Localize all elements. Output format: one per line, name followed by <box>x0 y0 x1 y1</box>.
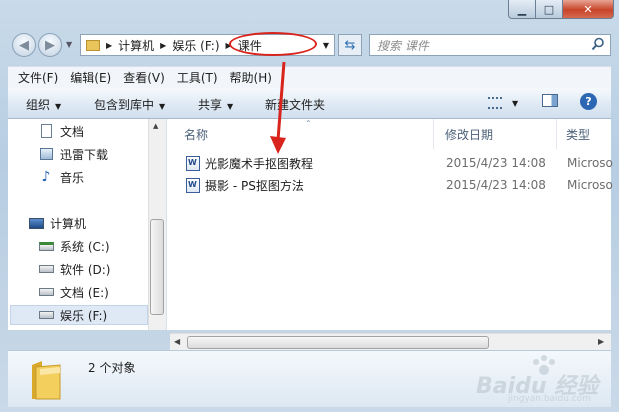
chevron-down-icon: ▼ <box>55 102 62 111</box>
preview-pane-icon <box>542 94 558 107</box>
file-type: Microso <box>567 178 613 192</box>
forward-arrow-icon: ▶ <box>45 37 55 53</box>
share-label: 共享 <box>198 98 223 112</box>
minimize-button[interactable]: ▁ <box>508 0 536 19</box>
close-button[interactable]: ✕ <box>563 0 614 19</box>
folder-icon <box>86 39 100 51</box>
sort-indicator-icon: ⌃ <box>305 119 312 128</box>
address-history-dropdown[interactable]: ▼ <box>318 36 334 54</box>
chevron-down-icon: ▼ <box>227 102 234 111</box>
download-icon <box>38 146 54 162</box>
nav-item-label: 娱乐 (F:) <box>60 308 108 323</box>
nav-item-documents[interactable]: 文档 <box>38 121 84 141</box>
annotation-arrow-icon <box>270 61 286 154</box>
menu-edit[interactable]: 编辑(E) <box>70 69 111 86</box>
view-options-button[interactable]: ▼ <box>488 95 518 109</box>
file-row[interactable]: 光影魔术手抠图教程 <box>186 153 313 173</box>
include-library-label: 包含到库中 <box>94 98 155 112</box>
nav-item-label: 软件 (D:) <box>60 262 111 277</box>
menu-bar: 文件(F) 编辑(E) 查看(V) 工具(T) 帮助(H) <box>8 66 611 88</box>
column-divider[interactable] <box>433 119 434 149</box>
explorer-window: ▁ □ ✕ ◀ ▶ ▼ ▶ 计算机 ▶ 娱乐 (F:) ▶ 课件 ▼ ⇆ 搜索 … <box>0 0 619 412</box>
search-input[interactable]: 搜索 课件 <box>369 34 611 56</box>
nav-item-computer[interactable]: 计算机 <box>28 213 86 233</box>
window-controls: ▁ □ ✕ <box>508 0 614 20</box>
file-list: ⌃ 名称 修改日期 类型 光影魔术手抠图教程 2015/4/23 14:08 M… <box>167 119 613 330</box>
search-placeholder: 搜索 课件 <box>377 38 429 53</box>
nav-item-label: 系统 (C:) <box>60 239 110 254</box>
refresh-icon: ⇆ <box>344 37 356 53</box>
search-icon[interactable] <box>591 37 607 53</box>
nav-item-label: 文档 <box>60 124 85 139</box>
drive-icon <box>38 261 54 277</box>
column-divider[interactable] <box>556 119 557 149</box>
nav-item-drive-e[interactable]: 文档 (E:) <box>38 282 109 302</box>
chevron-down-icon: ▼ <box>159 102 166 111</box>
item-count: 2 个对象 <box>88 361 136 375</box>
nav-item-drive-d[interactable]: 软件 (D:) <box>38 259 110 279</box>
help-icon: ? <box>580 93 597 110</box>
menu-tools[interactable]: 工具(T) <box>177 69 218 86</box>
refresh-button[interactable]: ⇆ <box>338 34 362 56</box>
music-icon: ♪ <box>41 169 51 185</box>
column-header-name[interactable]: 名称 <box>184 126 208 143</box>
command-bar: 组织 ▼ 包含到库中 ▼ 共享 ▼ 新建文件夹 ▼ ? <box>8 88 611 119</box>
maximize-button[interactable]: □ <box>536 0 563 19</box>
nav-item-label: 计算机 <box>50 216 87 231</box>
breadcrumb-separator-icon[interactable]: ▶ <box>160 41 166 50</box>
drive-icon <box>38 307 54 323</box>
organize-label: 组织 <box>26 98 51 112</box>
help-button[interactable]: ? <box>580 93 597 110</box>
annotation-highlight-ellipse <box>229 32 317 56</box>
forward-button[interactable]: ▶ <box>38 33 62 57</box>
menu-file[interactable]: 文件(F) <box>18 69 58 86</box>
breadcrumb-computer[interactable]: 计算机 <box>118 37 154 54</box>
nav-item-label: 音乐 <box>60 170 85 185</box>
computer-icon <box>28 215 44 231</box>
file-list-horizontal-scrollbar[interactable]: ◀ ▶ <box>170 333 611 351</box>
back-arrow-icon: ◀ <box>19 37 29 53</box>
file-type: Microso <box>567 156 613 170</box>
scroll-up-icon[interactable]: ▲ <box>153 122 158 130</box>
horizontal-scroll-thumb[interactable] <box>187 336 489 349</box>
navigation-pane: 文档 迅雷下载 ♪ 音乐 计算机 系统 (C:) 软件 (D:) 文档 (E:) <box>8 119 167 330</box>
back-button[interactable]: ◀ <box>12 33 36 57</box>
column-header-date[interactable]: 修改日期 <box>445 126 493 143</box>
nav-item-label: 迅雷下载 <box>60 147 109 162</box>
recent-pages-dropdown[interactable]: ▼ <box>66 40 72 49</box>
watermark-url: jingyan.baidu.com <box>508 394 592 404</box>
breadcrumb-drive-f[interactable]: 娱乐 (F:) <box>172 37 219 54</box>
nav-item-xunlei-download[interactable]: 迅雷下载 <box>38 144 108 164</box>
nav-item-music[interactable]: ♪ 音乐 <box>38 167 84 187</box>
scroll-right-icon[interactable]: ▶ <box>598 337 604 346</box>
nav-item-drive-f[interactable]: 娱乐 (F:) <box>10 305 148 325</box>
menu-view[interactable]: 查看(V) <box>123 69 165 86</box>
preview-pane-button[interactable] <box>542 94 558 110</box>
word-document-icon <box>186 155 200 171</box>
include-in-library-button[interactable]: 包含到库中 ▼ <box>94 96 165 113</box>
share-button[interactable]: 共享 ▼ <box>198 96 233 113</box>
file-name: 光影魔术手抠图教程 <box>205 156 314 171</box>
view-list-icon <box>488 96 502 109</box>
baidu-watermark: Baidu 经验 jingyan.baidu.com <box>474 352 614 408</box>
document-icon <box>38 123 54 139</box>
system-drive-icon <box>38 238 54 254</box>
organize-button[interactable]: 组织 ▼ <box>26 96 61 113</box>
word-document-icon <box>186 177 200 193</box>
scroll-left-icon[interactable]: ◀ <box>174 337 180 346</box>
column-header-type[interactable]: 类型 <box>566 126 590 143</box>
file-date: 2015/4/23 14:08 <box>446 178 546 192</box>
folder-icon <box>30 359 64 401</box>
navigation-scroll-thumb[interactable] <box>150 219 164 315</box>
drive-icon <box>38 284 54 300</box>
file-name: 摄影 - PS抠图方法 <box>205 178 304 193</box>
file-row[interactable]: 摄影 - PS抠图方法 <box>186 175 304 195</box>
nav-item-drive-c[interactable]: 系统 (C:) <box>38 236 110 256</box>
file-date: 2015/4/23 14:08 <box>446 156 546 170</box>
nav-item-label: 文档 (E:) <box>60 285 109 300</box>
chevron-down-icon: ▼ <box>512 99 519 108</box>
breadcrumb-separator-icon[interactable]: ▶ <box>106 41 112 50</box>
navigation-scrollbar[interactable]: ▲ <box>148 119 166 330</box>
